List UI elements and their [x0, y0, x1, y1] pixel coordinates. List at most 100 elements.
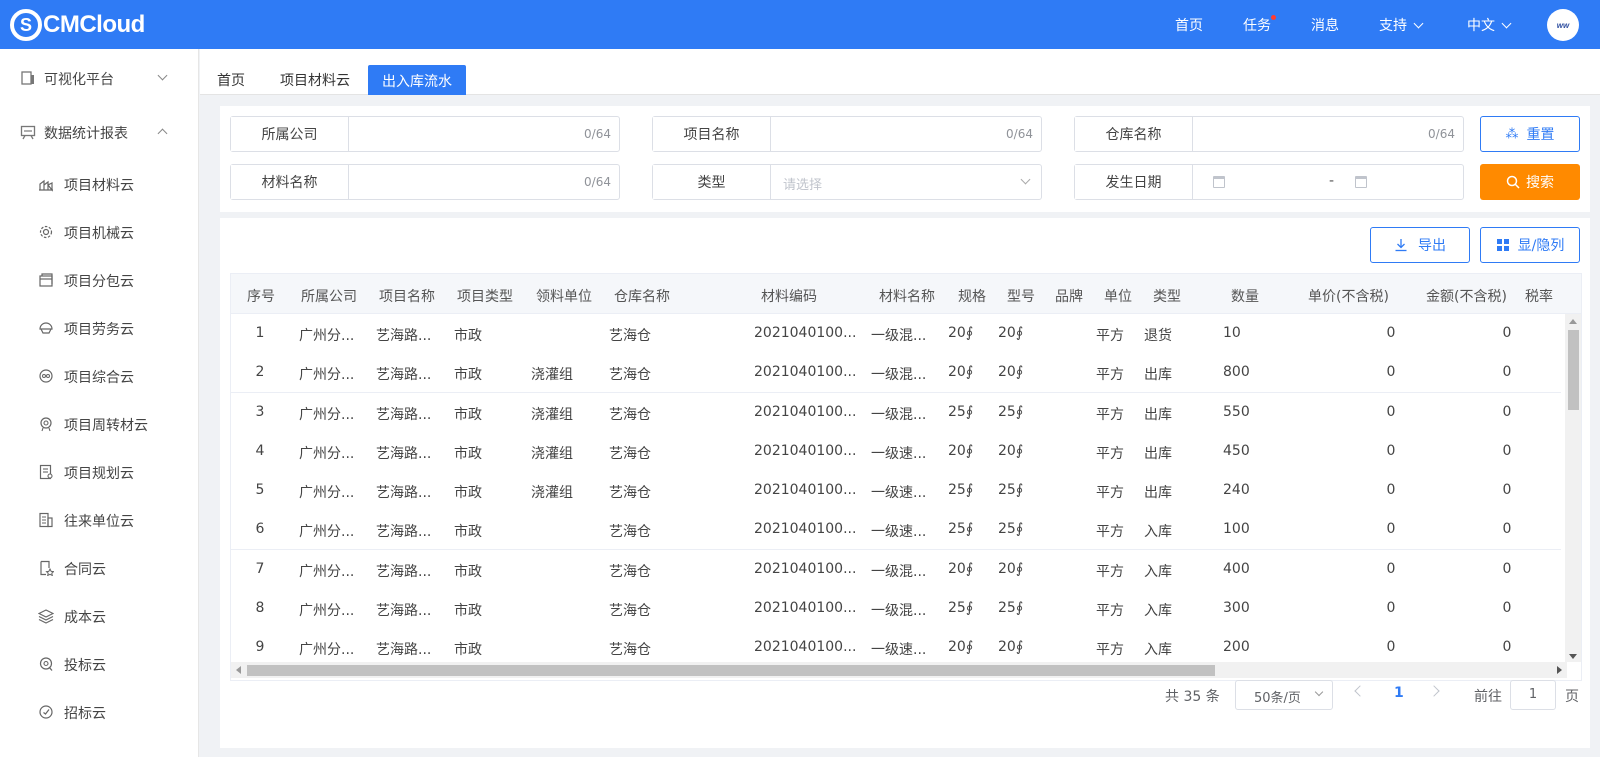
tab-home[interactable]: 首页 — [217, 70, 245, 101]
table-cell: 广州分... — [299, 445, 355, 462]
column-header[interactable]: 金额(不含税) — [1426, 286, 1507, 306]
table-cell: 艺海路... — [376, 367, 432, 384]
sidebar-item-composite[interactable]: 项目综合云 — [0, 356, 199, 396]
char-counter: 0/64 — [1428, 127, 1455, 141]
nav-home[interactable]: 首页 — [1175, 15, 1203, 35]
goto-label: 前往 — [1474, 689, 1502, 705]
sidebar-item-material[interactable]: 项目材料云 — [0, 164, 199, 204]
scroll-left-icon[interactable] — [236, 666, 241, 674]
avatar[interactable]: ww — [1547, 9, 1579, 41]
sidebar-item-partners[interactable]: 往来单位云 — [0, 500, 199, 540]
table-row[interactable]: 6 广州分... 艺海路... 市政 艺海仓 2021040100... 一级速... 25∮… — [231, 510, 1561, 551]
export-button[interactable]: 导出 — [1370, 227, 1470, 263]
sidebar-item-contract[interactable]: 合同云 — [0, 548, 199, 588]
column-header[interactable]: 项目类型 — [457, 286, 513, 306]
type-select[interactable]: 类型 请选择 — [652, 164, 1042, 200]
nav-messages[interactable]: 消息 — [1311, 15, 1339, 35]
toggle-columns-button[interactable]: 显/隐列 — [1480, 227, 1580, 263]
sidebar-item-cost[interactable]: 成本云 — [0, 596, 199, 636]
scroll-up-icon[interactable] — [1569, 319, 1577, 324]
sidebar-item-planning[interactable]: 项目规划云 — [0, 452, 199, 492]
project-name-field[interactable]: 项目名称 0/64 — [652, 116, 1042, 152]
table-cell: 0 — [1386, 403, 1396, 420]
next-page-icon[interactable] — [1428, 685, 1440, 697]
table-row[interactable]: 5 广州分... 艺海路... 市政 浇灌组 艺海仓 2021040100... 一级速...… — [231, 471, 1561, 511]
table-cell: 入库 — [1144, 642, 1172, 658]
table-cell: 艺海仓 — [609, 445, 651, 462]
sidebar-item-machinery[interactable]: 项目机械云 — [0, 212, 199, 252]
nav-tasks[interactable]: 任务 — [1243, 14, 1276, 35]
scroll-down-icon[interactable] — [1569, 654, 1577, 659]
column-header[interactable]: 规格 — [958, 286, 986, 306]
table-row[interactable]: 3 广州分... 艺海路... 市政 浇灌组 艺海仓 2021040100... 一级混...… — [231, 392, 1561, 433]
table-cell: 0 — [1386, 364, 1396, 381]
vertical-scrollbar[interactable] — [1565, 314, 1581, 662]
material-name-field[interactable]: 材料名称 0/64 — [230, 164, 620, 200]
nav-support-label: 支持 — [1379, 17, 1407, 34]
date-range-picker[interactable]: 发生日期 - — [1074, 164, 1464, 200]
page-number-current[interactable]: 1 — [1394, 685, 1404, 701]
column-header[interactable]: 税率 — [1525, 286, 1553, 306]
column-header[interactable]: 序号 — [247, 286, 275, 306]
company-field[interactable]: 所属公司 0/64 — [230, 116, 620, 152]
table-cell: 2021040100... — [754, 639, 857, 655]
horizontal-scrollbar[interactable] — [231, 662, 1567, 678]
column-header[interactable]: 品牌 — [1055, 286, 1083, 306]
type-select-label: 类型 — [653, 165, 771, 199]
column-header[interactable]: 仓库名称 — [614, 286, 670, 306]
tab-inout-flow[interactable]: 出入库流水 — [368, 65, 466, 95]
column-header[interactable]: 材料名称 — [879, 286, 935, 306]
column-header[interactable]: 材料编码 — [761, 286, 817, 306]
search-button[interactable]: 搜索 — [1480, 164, 1580, 200]
table-row[interactable]: 7 广州分... 艺海路... 市政 艺海仓 2021040100... 一级混... 20∮… — [231, 549, 1561, 590]
table-cell: 0 — [1386, 639, 1396, 655]
column-header[interactable]: 类型 — [1153, 286, 1181, 306]
table-cell: 平方 — [1096, 406, 1124, 423]
sidebar-group-data-reports[interactable]: 数据统计报表 — [0, 112, 199, 152]
column-header[interactable]: 项目名称 — [379, 286, 435, 306]
column-header[interactable]: 单价(不含税) — [1308, 286, 1389, 306]
prev-page-icon[interactable] — [1354, 685, 1366, 697]
table-cell: 一级混... — [871, 367, 927, 384]
logo[interactable]: S CMCloud — [10, 9, 145, 41]
table-cell: 艺海路... — [376, 485, 432, 501]
scroll-right-icon[interactable] — [1557, 666, 1562, 674]
sidebar-item-labor[interactable]: 项目劳务云 — [0, 308, 199, 348]
column-header[interactable]: 所属公司 — [301, 286, 357, 306]
scrollbar-thumb[interactable] — [1568, 330, 1579, 410]
column-header[interactable]: 型号 — [1007, 286, 1035, 306]
table-row[interactable]: 8 广州分... 艺海路... 市政 艺海仓 2021040100... 一级混... 25∮… — [231, 588, 1561, 629]
column-header[interactable]: 单位 — [1104, 286, 1132, 306]
table-cell: 一级速... — [871, 524, 927, 541]
sidebar-item-tendering[interactable]: 招标云 — [0, 692, 199, 732]
sidebar-item-turnover[interactable]: 项目周转材云 — [0, 404, 199, 444]
table-row[interactable]: 2 广州分... 艺海路... 市政 浇灌组 艺海仓 2021040100... 一级混...… — [231, 353, 1561, 394]
warehouse-name-field[interactable]: 仓库名称 0/64 — [1074, 116, 1464, 152]
sidebar-group-visual-platform[interactable]: 可视化平台 — [0, 58, 199, 98]
table-cell: 平方 — [1096, 602, 1124, 619]
table-row[interactable]: 4 广州分... 艺海路... 市政 浇灌组 艺海仓 2021040100... 一级速...… — [231, 431, 1561, 472]
table-cell: 一级混... — [871, 406, 927, 423]
table-cell: 0 — [1502, 442, 1512, 459]
reset-button[interactable]: ⁂ 重置 — [1480, 116, 1580, 152]
table-cell: 0 — [1502, 560, 1512, 577]
table-cell: 0 — [1386, 560, 1396, 577]
table-cell: 艺海路... — [376, 642, 432, 658]
table-row[interactable]: 1 广州分... 艺海路... 市政 艺海仓 2021040100... 一级混... 20∮… — [231, 314, 1561, 354]
sidebar-item-bidding[interactable]: 投标云 — [0, 644, 199, 684]
nav-support[interactable]: 支持 — [1379, 15, 1424, 35]
scrollbar-thumb[interactable] — [247, 665, 1215, 676]
column-header[interactable]: 数量 — [1231, 286, 1259, 306]
page-size-select[interactable]: 50条/页 — [1235, 680, 1333, 710]
column-header[interactable]: 领料单位 — [536, 286, 592, 306]
sidebar-group-label: 数据统计报表 — [44, 126, 128, 142]
tab-material-cloud[interactable]: 项目材料云 — [280, 70, 350, 101]
table-cell: 7 — [255, 560, 265, 577]
calendar-icon — [1355, 176, 1367, 188]
sidebar-item-subcontract[interactable]: 项目分包云 — [0, 260, 199, 300]
composite-icon — [39, 369, 53, 383]
goto-page-input[interactable]: 1 — [1510, 680, 1556, 710]
nav-language[interactable]: 中文 — [1467, 15, 1512, 35]
table-cell: 艺海仓 — [609, 485, 651, 501]
table-cell: 出库 — [1144, 406, 1172, 423]
